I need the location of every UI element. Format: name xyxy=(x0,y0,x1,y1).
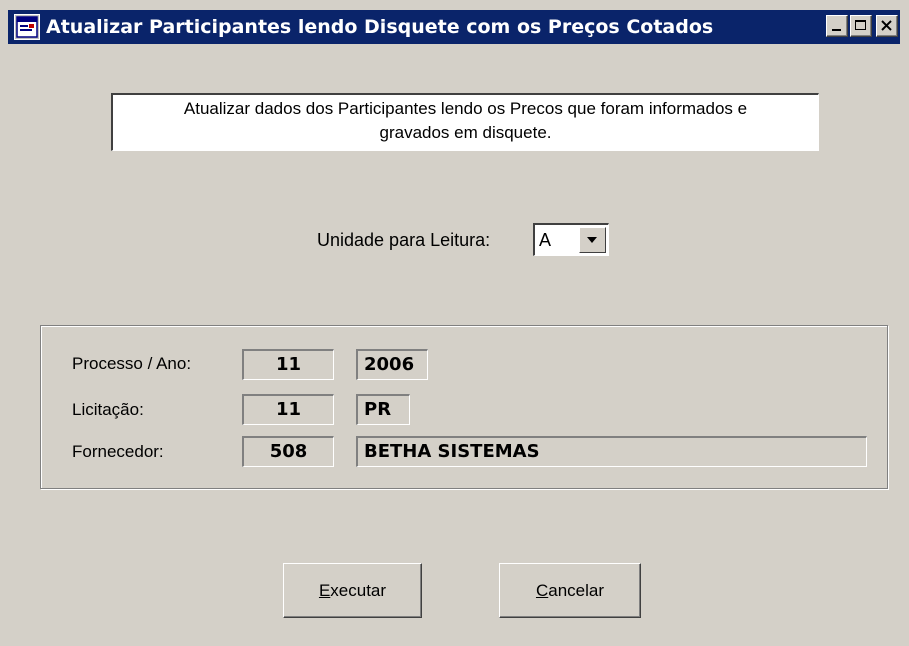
execute-button-mnemonic: E xyxy=(318,581,331,600)
app-window-icon[interactable] xyxy=(14,14,40,40)
processo-number-field: 11 xyxy=(242,349,334,380)
licitacao-type-field: PR xyxy=(356,394,410,425)
processo-year-field: 2006 xyxy=(356,349,428,380)
unit-selected-value: A xyxy=(539,230,552,250)
fornecedor-code-field: 508 xyxy=(242,436,334,467)
unit-dropdown[interactable]: A xyxy=(533,223,609,256)
description-box: Atualizar dados dos Participantes lendo … xyxy=(111,93,819,151)
processo-label: Processo / Ano: xyxy=(72,354,192,373)
dropdown-arrow-button[interactable] xyxy=(579,227,606,253)
cancel-button-label: ancelar xyxy=(548,581,605,600)
close-icon xyxy=(881,20,892,31)
execute-button[interactable]: Executar xyxy=(283,563,422,618)
description-line-2: gravados em disquete. xyxy=(379,123,552,142)
cancel-button[interactable]: Cancelar xyxy=(499,563,641,618)
fornecedor-name-field: BETHA SISTEMAS xyxy=(356,436,867,467)
fornecedor-label: Fornecedor: xyxy=(72,442,164,461)
maximize-button[interactable] xyxy=(850,15,872,37)
dialog-window: Atualizar Participantes lendo Disquete c… xyxy=(0,0,909,646)
close-button[interactable] xyxy=(876,15,898,37)
licitacao-number-field: 11 xyxy=(242,394,334,425)
description-line-1: Atualizar dados dos Participantes lendo … xyxy=(183,99,748,118)
unit-label: Unidade para Leitura: xyxy=(317,230,491,250)
chevron-down-icon xyxy=(587,237,597,243)
minimize-button[interactable] xyxy=(826,15,848,37)
minimize-icon xyxy=(832,29,841,31)
window-title: Atualizar Participantes lendo Disquete c… xyxy=(46,16,714,38)
licitacao-label: Licitação: xyxy=(72,400,144,419)
cancel-button-mnemonic: C xyxy=(535,581,549,600)
execute-button-label: xecutar xyxy=(330,581,387,600)
maximize-icon xyxy=(855,20,866,30)
title-bar[interactable]: Atualizar Participantes lendo Disquete c… xyxy=(8,10,900,44)
